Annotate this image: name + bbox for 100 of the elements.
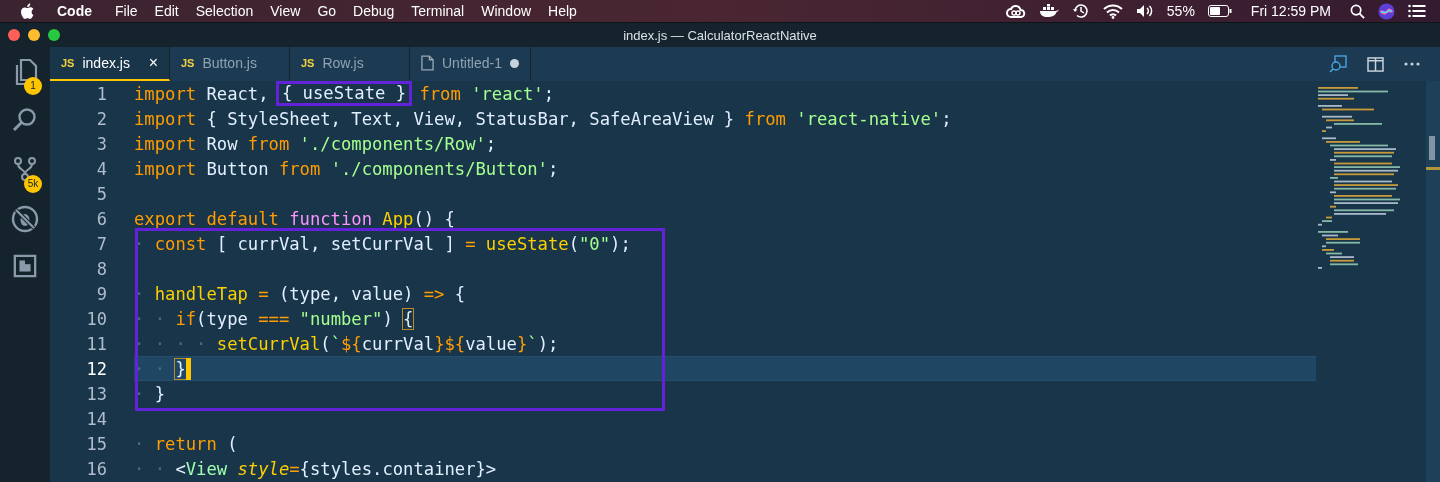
menu-item[interactable]: Go <box>317 3 337 19</box>
whitespace-dots: · · <box>134 458 166 479</box>
keyword-text: import <box>134 83 197 104</box>
code-text: Row <box>205 133 238 154</box>
code-text: ); <box>537 333 559 354</box>
scrollbar[interactable] <box>1426 81 1440 482</box>
menu-item[interactable]: Code <box>57 3 92 19</box>
line-number: 10 <box>85 308 108 329</box>
split-editor-icon[interactable] <box>1367 56 1384 72</box>
keyword-text: import <box>134 158 197 179</box>
line-number: 15 <box>85 433 108 454</box>
minimize-window-button[interactable] <box>28 29 40 41</box>
whitespace-dots: · <box>134 383 145 404</box>
code-text: ( <box>320 333 331 354</box>
keyword-text: import <box>134 108 197 129</box>
scrollbar-thumb[interactable] <box>1429 136 1435 160</box>
highlighted-code: { useState } <box>275 81 413 106</box>
js-file-icon: JS <box>181 57 195 69</box>
operator-text: = <box>289 458 300 479</box>
line-number: 7 <box>95 233 108 254</box>
whitespace-dots: · · <box>134 308 166 329</box>
keyword-text: from <box>743 108 786 129</box>
code-text: () { <box>413 208 455 229</box>
line-number: 2 <box>95 108 108 129</box>
tab-label: index.js <box>82 55 131 71</box>
menu-item[interactable]: View <box>270 3 301 19</box>
function-name-text: handleTap <box>153 283 248 304</box>
whitespace-dots: · <box>134 233 145 254</box>
line-number: 6 <box>95 208 108 229</box>
line-number: 16 <box>85 458 108 479</box>
string-text: './components/Button' <box>329 158 548 179</box>
code-text: (type <box>196 308 248 329</box>
menu-item[interactable]: Help <box>548 3 577 19</box>
code-text: { StyleSheet, Text, View, StatusBar, SafeAreaView } <box>205 108 735 129</box>
menu-item[interactable]: Selection <box>195 3 254 19</box>
whitespace-dots: · <box>134 283 145 304</box>
menu-item[interactable]: Terminal <box>411 3 465 19</box>
activity-bar-item[interactable]: 5k <box>8 153 42 193</box>
js-file-icon: JS <box>301 57 315 69</box>
whale-icon[interactable] <box>1038 4 1059 18</box>
volume-icon[interactable] <box>1135 4 1154 18</box>
zoom-window-button[interactable] <box>48 29 60 41</box>
apple-logo-icon[interactable] <box>20 2 34 20</box>
extensions-icon <box>13 254 37 278</box>
line-number: 9 <box>95 283 108 304</box>
string-text: "0" <box>579 233 611 254</box>
line-number: 3 <box>95 133 108 154</box>
string-text: 'react-native' <box>795 108 942 129</box>
clock-text[interactable]: Fri 12:59 PM <box>1250 3 1331 19</box>
matched-bracket: } <box>175 358 186 379</box>
attribute-text: style <box>236 458 290 479</box>
whitespace-dots: · · <box>134 358 167 379</box>
open-preview-icon[interactable] <box>1329 55 1347 73</box>
operator-text: = <box>464 233 476 254</box>
string-text: ` <box>330 333 341 354</box>
string-text: ` <box>527 333 538 354</box>
search-icon[interactable] <box>1350 3 1365 19</box>
activity-bar-item[interactable]: 1 <box>8 55 42 95</box>
line-number: 12 <box>85 358 108 379</box>
code-text: {styles.container}> <box>299 458 497 479</box>
operator-text: ${ <box>341 333 362 354</box>
operator-text: }${ <box>434 333 466 354</box>
keyword-text: from <box>418 83 461 104</box>
keyword-text: from <box>246 133 290 154</box>
tag-name-text: View <box>185 458 228 479</box>
battery-icon[interactable] <box>1207 5 1232 17</box>
menu-item[interactable]: Window <box>481 3 532 19</box>
count-badge: 5k <box>24 175 42 193</box>
menu-item[interactable]: Edit <box>154 3 179 19</box>
code-text: ; <box>547 158 559 179</box>
editor-tab[interactable]: JS index.js × <box>50 47 170 81</box>
wifi-icon[interactable] <box>1102 3 1123 19</box>
battery-percentage: 55% <box>1166 3 1195 19</box>
code-text: Button <box>205 158 269 179</box>
keyword-text: if <box>174 308 197 329</box>
function-name-text: useState <box>484 233 569 254</box>
orb-icon[interactable] <box>1378 2 1395 20</box>
menu-item[interactable]: Debug <box>353 3 395 19</box>
keyword-text: function <box>288 208 372 229</box>
menu-item[interactable]: File <box>115 3 138 19</box>
whitespace-dots: · · · · <box>134 333 207 354</box>
tab-label: Button.js <box>202 55 258 71</box>
code-text: ); <box>610 233 631 254</box>
clock-icon[interactable] <box>1071 2 1090 20</box>
close-tab-button[interactable]: × <box>148 54 158 72</box>
more-actions-icon[interactable] <box>1404 62 1420 66</box>
tab-label: Untitled-1 <box>442 55 502 71</box>
string-text: 'react' <box>470 83 544 104</box>
cursor-marker <box>1426 167 1440 170</box>
cloud-icon[interactable] <box>1005 4 1026 18</box>
code-text: (type, value) <box>277 283 414 304</box>
whitespace-dots: · <box>134 433 145 454</box>
code-text: value <box>465 333 517 354</box>
window-title: index.js — CalculatorReactNative <box>623 27 817 43</box>
close-window-button[interactable] <box>8 29 20 41</box>
list-icon[interactable] <box>1408 4 1426 18</box>
operator-text: => <box>422 283 445 304</box>
code-text: ( <box>568 233 579 254</box>
keyword-text: return <box>153 433 217 454</box>
function-name-text: App <box>381 208 414 229</box>
